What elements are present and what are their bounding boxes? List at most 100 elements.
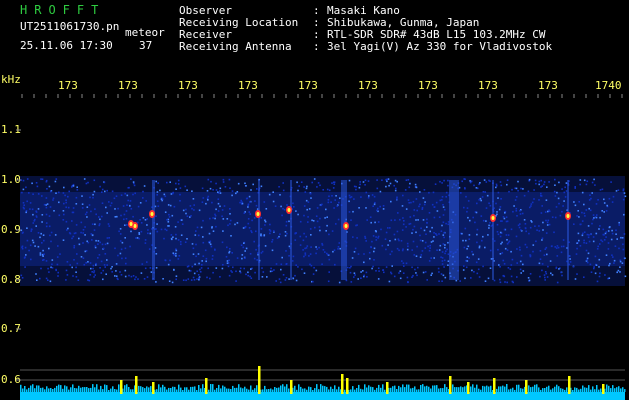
noise-speck [412, 228, 414, 231]
noise-speck [116, 215, 118, 218]
noise-speck [264, 245, 267, 247]
noise-speck [371, 267, 373, 270]
noise-speck [441, 251, 444, 253]
noise-speck [98, 224, 101, 227]
trace-sample [484, 386, 486, 392]
noise-speck [538, 262, 541, 265]
trace-sample [522, 388, 524, 392]
noise-speck [577, 232, 580, 235]
noise-speck [615, 233, 617, 235]
noise-speck [185, 208, 187, 211]
noise-speck [179, 193, 181, 196]
noise-speck [504, 281, 506, 283]
noise-speck [488, 227, 490, 229]
noise-speck [307, 221, 309, 223]
noise-speck [430, 257, 432, 259]
noise-speck [236, 257, 239, 259]
noise-speck [545, 246, 548, 249]
noise-speck [256, 188, 258, 190]
noise-speck [30, 230, 32, 232]
noise-speck [292, 202, 294, 205]
noise-speck [73, 246, 75, 249]
noise-speck [484, 246, 486, 249]
noise-speck [441, 257, 444, 259]
noise-speck [443, 179, 445, 182]
trace-sample [364, 384, 366, 392]
noise-speck [284, 234, 287, 237]
noise-speck [555, 247, 558, 249]
trace-sample [306, 389, 308, 392]
noise-speck [295, 279, 298, 282]
trace-sample [496, 388, 498, 392]
noise-speck [372, 235, 375, 237]
noise-speck [34, 218, 36, 221]
noise-speck [435, 234, 438, 236]
noise-speck [445, 191, 448, 194]
noise-speck [590, 271, 593, 273]
trace-sample [446, 387, 448, 392]
noise-speck [150, 271, 153, 273]
noise-speck [98, 254, 101, 256]
noise-speck [288, 220, 290, 223]
noise-speck [130, 275, 133, 278]
noise-speck [586, 233, 589, 236]
noise-speck [148, 248, 151, 250]
trace-sample [30, 385, 32, 392]
noise-speck [196, 226, 199, 229]
noise-speck [480, 199, 482, 202]
noise-speck [562, 239, 565, 241]
noise-speck [107, 223, 110, 225]
trace-sample [34, 388, 36, 392]
noise-speck [303, 186, 305, 188]
noise-speck [547, 265, 549, 268]
noise-speck [175, 249, 178, 252]
trace-sample [418, 389, 420, 392]
noise-speck [411, 266, 413, 269]
noise-speck [130, 208, 133, 210]
trace-sample [500, 386, 502, 392]
noise-speck [230, 270, 232, 272]
noise-speck [412, 240, 415, 243]
noise-speck [429, 244, 431, 247]
noise-speck [465, 266, 468, 269]
noise-speck [602, 228, 605, 231]
noise-speck [588, 199, 591, 201]
noise-speck [442, 234, 445, 236]
noise-speck [303, 272, 306, 274]
noise-speck [58, 191, 60, 194]
noise-speck [98, 223, 101, 225]
noise-speck [503, 275, 506, 278]
noise-speck [459, 280, 461, 282]
noise-speck [268, 229, 271, 231]
noise-speck [595, 232, 598, 235]
noise-speck [621, 262, 624, 264]
noise-speck [99, 185, 101, 188]
noise-speck [555, 266, 558, 269]
trace-sample [284, 386, 286, 392]
noise-speck [219, 276, 221, 278]
noise-speck [385, 248, 387, 251]
noise-speck [583, 231, 586, 233]
noise-speck [611, 254, 613, 256]
noise-speck [137, 278, 139, 280]
noise-speck [522, 188, 524, 190]
noise-speck [86, 216, 88, 218]
noise-speck [39, 236, 41, 239]
noise-speck [503, 228, 506, 231]
noise-speck [624, 275, 627, 278]
noise-speck [402, 272, 405, 274]
noise-speck [569, 258, 571, 260]
noise-speck [145, 200, 147, 202]
noise-speck [169, 204, 172, 207]
trace-peak [467, 382, 470, 394]
noise-speck [393, 184, 395, 187]
noise-speck [482, 265, 484, 268]
trace-sample [286, 384, 288, 392]
trace-sample [62, 388, 64, 392]
noise-speck [100, 260, 103, 263]
noise-speck [513, 205, 515, 207]
trace-sample [410, 388, 412, 392]
noise-speck [610, 238, 613, 241]
noise-speck [362, 270, 364, 272]
noise-speck [215, 267, 218, 269]
